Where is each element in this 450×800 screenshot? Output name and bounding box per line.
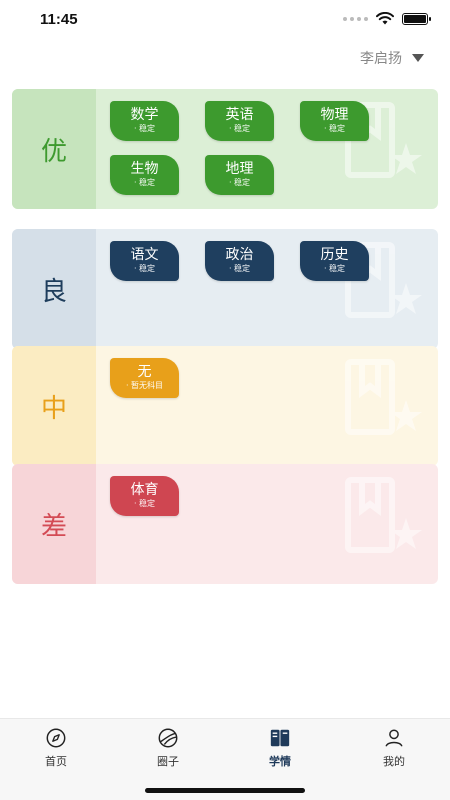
subject-chip[interactable]: 英语 · 稳定 [205,101,274,141]
subject-name: 地理 [225,161,254,177]
wifi-icon [376,12,394,25]
subject-chip[interactable]: 数学 · 稳定 [110,101,179,141]
tab-circle[interactable]: 圈子 [138,727,198,769]
grade-card: 优 数学 · 稳定 英语 · 稳定 物理 · 稳定 生物 · 稳定 地理 · 稳定 [12,89,438,209]
subject-status: · 稳定 [323,124,346,133]
grade-label: 中 [12,346,96,466]
tab-home[interactable]: 首页 [26,727,86,769]
subject-chips: 语文 · 稳定 政治 · 稳定 历史 · 稳定 [110,241,410,281]
circle-icon [158,728,178,748]
subject-status: · 稳定 [133,124,156,133]
subject-name: 语文 [130,247,159,263]
dropdown-arrow-icon [412,54,424,62]
subject-name: 无 [137,364,152,380]
grade-label: 优 [12,89,96,209]
user-name: 李启扬 [360,51,402,67]
tab-study[interactable]: 学情 [250,727,310,769]
tab-mine[interactable]: 我的 [364,727,424,769]
subject-chip[interactable]: 语文 · 稳定 [110,241,179,281]
grade-label: 差 [12,464,96,584]
subject-chips: 体育 · 稳定 [110,476,410,516]
subject-status: · 稳定 [228,178,251,187]
tab-study-label: 学情 [269,755,291,768]
status-icons [343,12,431,25]
battery-icon [402,12,431,25]
tab-home-label: 首页 [45,755,67,768]
subject-name: 物理 [320,107,349,123]
grade-card: 良 语文 · 稳定 政治 · 稳定 历史 · 稳定 [12,229,438,349]
book-icon [270,729,290,747]
subject-status: · 稳定 [228,124,251,133]
signal-icon [343,16,368,21]
subject-chips: 无 · 暂无科目 [110,358,410,398]
subject-status: · 稳定 [133,264,156,273]
subject-chip[interactable]: 地理 · 稳定 [205,155,274,195]
status-bar: 11:45 [0,0,450,40]
tab-mine-label: 我的 [383,755,405,768]
subject-chip[interactable]: 物理 · 稳定 [300,101,369,141]
grade-card: 差 体育 · 稳定 [12,464,438,584]
subject-status: · 稳定 [323,264,346,273]
status-time: 11:45 [40,11,78,28]
grade-card: 中 无 · 暂无科目 [12,346,438,466]
subject-status: · 暂无科目 [125,381,164,390]
subject-name: 生物 [130,161,159,177]
subject-chip[interactable]: 生物 · 稳定 [110,155,179,195]
compass-icon [46,728,66,748]
subject-status: · 稳定 [228,264,251,273]
subject-chip[interactable]: 历史 · 稳定 [300,241,369,281]
subject-status: · 稳定 [133,178,156,187]
subject-name: 体育 [130,482,159,498]
subject-name: 英语 [225,107,254,123]
home-indicator [145,788,305,793]
subject-chip[interactable]: 政治 · 稳定 [205,241,274,281]
subject-name: 历史 [320,247,349,263]
grade-label: 良 [12,229,96,349]
subject-name: 数学 [130,107,159,123]
tab-circle-label: 圈子 [157,755,179,768]
subject-chips: 数学 · 稳定 英语 · 稳定 物理 · 稳定 生物 · 稳定 地理 · 稳定 [110,101,410,195]
subject-name: 政治 [225,247,254,263]
subject-chip[interactable]: 体育 · 稳定 [110,476,179,516]
subject-status: · 稳定 [133,499,156,508]
user-selector[interactable]: 李启扬 [360,48,424,68]
user-icon [385,729,403,747]
subject-chip[interactable]: 无 · 暂无科目 [110,358,179,398]
